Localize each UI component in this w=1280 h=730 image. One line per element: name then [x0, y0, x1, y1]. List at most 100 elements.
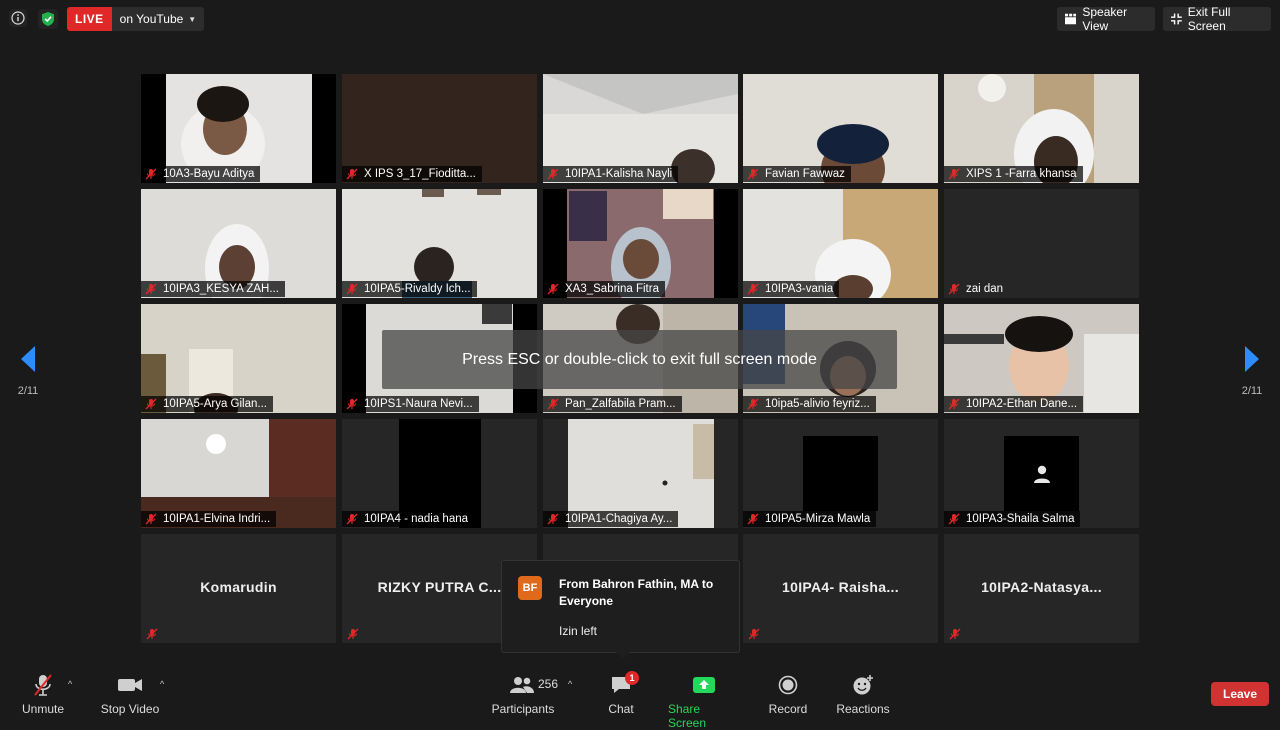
participant-tile[interactable]: 10IPA1-Chagiya Ay...	[543, 419, 738, 528]
participant-nameplate: 10A3-Bayu Aditya	[141, 166, 261, 182]
info-icon[interactable]	[9, 9, 27, 27]
mic-muted-icon	[145, 513, 157, 525]
meeting-toolbar: Unmute ^ Stop Video ^ Participants 256 ^…	[0, 663, 1280, 730]
participants-options-caret-icon[interactable]: ^	[568, 679, 572, 689]
mic-muted-icon	[948, 168, 960, 180]
speaker-view-button[interactable]: Speaker View	[1057, 5, 1155, 33]
participant-tile[interactable]: 10IPA5-Arya Gilan...	[141, 304, 336, 413]
participant-nameplate: 10IPA2-Ethan Dane...	[944, 396, 1084, 412]
audio-options-caret-icon[interactable]: ^	[68, 679, 72, 689]
participant-tile[interactable]: XIPS 1 -Farra khansa	[944, 74, 1139, 183]
participant-nameplate: 10IPA3_KESYA ZAH...	[141, 281, 285, 297]
page-indicator-right: 2/11	[1241, 385, 1263, 397]
stop-video-button[interactable]: Stop Video	[100, 673, 160, 716]
stream-destination-dropdown[interactable]: on YouTube ▼	[111, 7, 205, 31]
chat-unread-badge: 1	[625, 671, 639, 685]
participant-tile[interactable]: X IPS 3_17_Fioditta...	[342, 74, 537, 183]
share-screen-button[interactable]: Share Screen	[668, 673, 740, 730]
sender-avatar: BF	[518, 576, 542, 600]
unmute-label: Unmute	[21, 702, 65, 716]
stop-video-label: Stop Video	[100, 702, 160, 716]
participant-name: 10IPS1-Naura Nevi...	[364, 398, 473, 410]
participant-name: XIPS 1 -Farra khansa	[966, 168, 1077, 180]
mic-muted-icon	[948, 513, 960, 525]
stream-destination-label: on YouTube	[119, 12, 184, 26]
video-options-caret-icon[interactable]: ^	[160, 679, 164, 689]
live-badge: LIVE	[67, 7, 112, 31]
participants-label: Participants	[491, 702, 555, 716]
participant-tile[interactable]: 10IPA4 - nadia hana	[342, 419, 537, 528]
participant-tile[interactable]: 10IPA5-Mirza Mawla	[743, 419, 938, 528]
participant-name: 10IPA5-Mirza Mawla	[765, 513, 871, 525]
speaker-view-label: Speaker View	[1082, 5, 1128, 33]
participant-tile[interactable]: 10IPA3_KESYA ZAH...	[141, 189, 336, 298]
participant-nameplate: 10IPA5-Mirza Mawla	[743, 511, 877, 527]
mic-muted-icon	[346, 168, 358, 180]
arrow-left-icon	[21, 346, 35, 372]
participant-name: 10IPA1-Elvina Indri...	[163, 513, 271, 525]
mic-muted-icon	[145, 283, 157, 295]
exit-full-screen-icon	[1171, 13, 1182, 25]
mic-muted-icon	[346, 398, 358, 410]
participant-name: Pan_Zalfabila Pram...	[565, 398, 676, 410]
video-camera-icon	[118, 679, 142, 691]
participant-tile[interactable]: 10IPA2-Natasya...	[944, 534, 1139, 643]
participant-name: 10IPA2-Ethan Dane...	[966, 398, 1078, 410]
participant-name: 10IPA4 - nadia hana	[364, 513, 469, 525]
participant-nameplate: X IPS 3_17_Fioditta...	[342, 166, 482, 182]
top-bar: LIVE on YouTube ▼ Speaker View Exit Full…	[0, 0, 1280, 38]
participant-tile[interactable]: Favian Fawwaz	[743, 74, 938, 183]
participant-tile[interactable]: 10IPA3-Shaila Salma	[944, 419, 1139, 528]
participant-nameplate: 10IPS1-Naura Nevi...	[342, 396, 479, 412]
participant-name: 10IPA3_KESYA ZAH...	[163, 283, 279, 295]
participant-tile[interactable]: 10IPA3-vania	[743, 189, 938, 298]
unmute-button[interactable]: Unmute	[17, 673, 69, 716]
participant-name: Favian Fawwaz	[765, 168, 845, 180]
participant-nameplate: Favian Fawwaz	[743, 166, 851, 182]
participant-tile[interactable]: 10IPA4- Raisha...	[743, 534, 938, 643]
fullscreen-exit-hint: Press ESC or double-click to exit full s…	[382, 330, 897, 389]
participant-nameplate: 10IPA5-Rivaldy Ich...	[342, 281, 477, 297]
next-page-button[interactable]: 2/11	[1240, 346, 1264, 397]
mic-muted-icon	[145, 398, 157, 410]
participant-tile[interactable]: 10IPA2-Ethan Dane...	[944, 304, 1139, 413]
encryption-shield-icon[interactable]	[38, 9, 58, 29]
participant-tile[interactable]: XA3_Sabrina Fitra	[543, 189, 738, 298]
participant-nameplate: XIPS 1 -Farra khansa	[944, 166, 1083, 182]
participant-tile[interactable]: 10A3-Bayu Aditya	[141, 74, 336, 183]
leave-button[interactable]: Leave	[1211, 682, 1269, 706]
mic-muted-icon	[747, 168, 759, 180]
participant-name: 10IPA2-Natasya...	[981, 579, 1102, 595]
participant-tile[interactable]: Komarudin	[141, 534, 336, 643]
exit-full-screen-button[interactable]: Exit Full Screen	[1163, 5, 1271, 33]
participant-tile[interactable]: 10IPA1-Elvina Indri...	[141, 419, 336, 528]
previous-page-button[interactable]: 2/11	[16, 346, 40, 397]
record-icon	[778, 675, 798, 695]
record-label: Record	[768, 702, 808, 716]
participant-tile[interactable]: 10IPA5-Rivaldy Ich...	[342, 189, 537, 298]
participant-nameplate: 10IPA3-vania	[743, 281, 840, 297]
chat-notification-popup[interactable]: BF From Bahron Fathin, MA to Everyone Iz…	[501, 560, 740, 659]
reactions-smiley-icon	[853, 675, 873, 695]
participant-name: 10IPA1-Chagiya Ay...	[565, 513, 673, 525]
live-stream-indicator[interactable]: LIVE on YouTube ▼	[67, 7, 205, 31]
reactions-button[interactable]: Reactions	[836, 673, 890, 716]
speaker-view-icon	[1065, 13, 1077, 25]
participant-nameplate: XA3_Sabrina Fitra	[543, 281, 665, 297]
participant-nameplate: zai dan	[944, 281, 1009, 297]
mic-muted-icon	[747, 398, 759, 410]
participant-name: 10IPA1-Kalisha Nayli	[565, 168, 673, 180]
arrow-right-icon	[1245, 346, 1259, 372]
participant-tile[interactable]: 10IPA1-Kalisha Nayli	[543, 74, 738, 183]
participant-nameplate: Pan_Zalfabila Pram...	[543, 396, 682, 412]
record-button[interactable]: Record	[767, 673, 809, 716]
participant-nameplate: 10IPA1-Elvina Indri...	[141, 511, 277, 527]
mic-muted-icon	[346, 283, 358, 295]
chat-label: Chat	[608, 702, 634, 716]
participant-nameplate: 10IPA5-Arya Gilan...	[141, 396, 273, 412]
participant-name: 10IPA4- Raisha...	[782, 579, 899, 595]
mic-muted-icon	[146, 628, 158, 640]
page-indicator-left: 2/11	[17, 385, 39, 397]
participant-nameplate: 10IPA3-Shaila Salma	[944, 511, 1081, 527]
participant-tile[interactable]: zai dan	[944, 189, 1139, 298]
